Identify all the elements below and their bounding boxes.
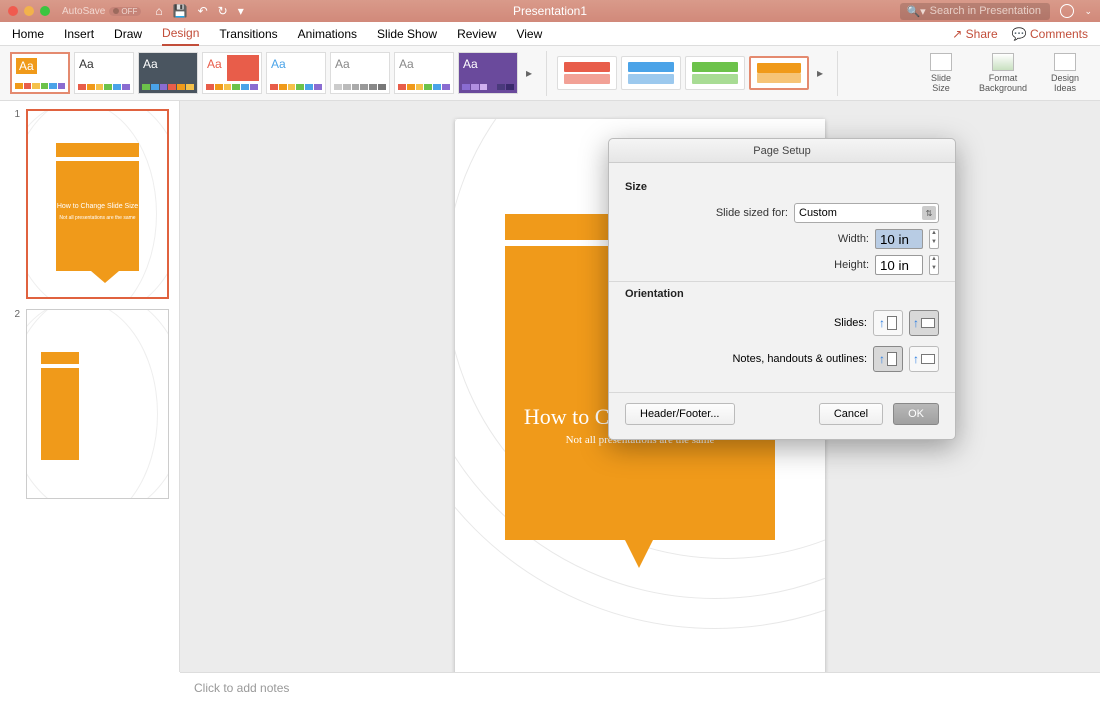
- theme-item[interactable]: Aa: [74, 52, 134, 94]
- variants-more-button[interactable]: ▸: [813, 66, 827, 80]
- tab-insert[interactable]: Insert: [64, 23, 94, 45]
- cancel-button[interactable]: Cancel: [819, 403, 883, 425]
- divider: [837, 51, 838, 96]
- orientation-section-label: Orientation: [625, 288, 939, 300]
- share-button[interactable]: ↗ Share: [952, 23, 997, 45]
- variant-item[interactable]: [557, 56, 617, 90]
- tab-transitions[interactable]: Transitions: [219, 23, 277, 45]
- slide-thumbnail[interactable]: How to Change Slide Size Not all present…: [26, 109, 169, 299]
- autosave-toggle[interactable]: AutoSave OFF: [62, 6, 141, 17]
- themes-gallery[interactable]: Aa Aa Aa Aa Aa Aa Aa Aa ▸: [10, 52, 536, 94]
- variant-item[interactable]: [621, 56, 681, 90]
- theme-item[interactable]: Aa: [266, 52, 326, 94]
- theme-item[interactable]: Aa: [330, 52, 390, 94]
- slide-number: 2: [10, 309, 20, 499]
- themes-more-button[interactable]: ▸: [522, 66, 536, 80]
- redo-icon[interactable]: ↻: [218, 4, 228, 18]
- notes-orientation-label: Notes, handouts & outlines:: [732, 353, 867, 365]
- slides-orientation-label: Slides:: [834, 317, 867, 329]
- theme-item[interactable]: Aa: [394, 52, 454, 94]
- autosave-label: AutoSave: [62, 6, 105, 17]
- page-setup-dialog: Page Setup Size Slide sized for: Custom …: [608, 138, 956, 440]
- titlebar: AutoSave OFF ⌂ 💾 ↶ ↻ ▾ Presentation1 🔍▾ …: [0, 0, 1100, 22]
- slide-size-button[interactable]: Slide Size: [916, 53, 966, 93]
- theme-item[interactable]: Aa: [458, 52, 518, 94]
- maximize-window-button[interactable]: [40, 6, 50, 16]
- tab-slideshow[interactable]: Slide Show: [377, 23, 437, 45]
- slide-thumbnail[interactable]: [26, 309, 169, 499]
- tab-view[interactable]: View: [516, 23, 542, 45]
- design-ribbon: Aa Aa Aa Aa Aa Aa Aa Aa ▸ ▸ Slide Size F…: [0, 46, 1100, 101]
- notes-portrait-button[interactable]: ↑: [873, 346, 903, 372]
- variant-item[interactable]: [685, 56, 745, 90]
- variant-item[interactable]: [749, 56, 809, 90]
- format-background-button[interactable]: Format Background: [978, 53, 1028, 93]
- slide-number: 1: [10, 109, 20, 299]
- search-input[interactable]: 🔍▾ Search in Presentation: [900, 3, 1050, 20]
- close-window-button[interactable]: [8, 6, 18, 16]
- tab-draw[interactable]: Draw: [114, 23, 142, 45]
- tab-design[interactable]: Design: [162, 22, 199, 46]
- chevron-updown-icon: ⇅: [922, 206, 936, 220]
- height-stepper[interactable]: ▲▼: [929, 255, 939, 275]
- theme-item[interactable]: Aa: [202, 52, 262, 94]
- document-title: Presentation1: [513, 4, 587, 18]
- window-controls: [8, 6, 50, 16]
- save-icon[interactable]: 💾: [173, 4, 188, 18]
- slides-landscape-button[interactable]: ↑: [909, 310, 939, 336]
- height-input[interactable]: [875, 255, 923, 275]
- minimize-window-button[interactable]: [24, 6, 34, 16]
- slide-thumbnails-panel: 1 How to Change Slide Size Not all prese…: [0, 101, 180, 672]
- dialog-title: Page Setup: [609, 139, 955, 163]
- design-ideas-button[interactable]: Design Ideas: [1040, 53, 1090, 93]
- account-icon[interactable]: [1060, 4, 1074, 18]
- undo-icon[interactable]: ↶: [198, 4, 208, 18]
- notes-pane[interactable]: Click to add notes: [180, 672, 1100, 704]
- ribbon-tabs: Home Insert Draw Design Transitions Anim…: [0, 22, 1100, 46]
- more-icon[interactable]: ▾: [238, 4, 244, 18]
- tab-review[interactable]: Review: [457, 23, 496, 45]
- width-stepper[interactable]: ▲▼: [929, 229, 939, 249]
- ok-button[interactable]: OK: [893, 403, 939, 425]
- comments-button[interactable]: 💬 Comments: [1012, 23, 1088, 45]
- width-input[interactable]: [875, 229, 923, 249]
- size-section-label: Size: [625, 181, 939, 193]
- header-footer-button[interactable]: Header/Footer...: [625, 403, 735, 425]
- chevron-down-icon[interactable]: ⌄: [1084, 6, 1092, 17]
- variants-gallery[interactable]: ▸: [557, 56, 827, 90]
- divider: [546, 51, 547, 96]
- notes-landscape-button[interactable]: ↑: [909, 346, 939, 372]
- tab-animations[interactable]: Animations: [298, 23, 357, 45]
- theme-item[interactable]: Aa: [138, 52, 198, 94]
- theme-item[interactable]: Aa: [10, 52, 70, 94]
- slide-sized-for-select[interactable]: Custom ⇅: [794, 203, 939, 223]
- slide-sized-for-label: Slide sized for:: [716, 207, 788, 219]
- width-label: Width:: [838, 233, 869, 245]
- tab-home[interactable]: Home: [12, 23, 44, 45]
- height-label: Height:: [834, 259, 869, 271]
- slides-portrait-button[interactable]: ↑: [873, 310, 903, 336]
- home-icon[interactable]: ⌂: [155, 4, 162, 18]
- search-icon: 🔍▾: [906, 5, 925, 18]
